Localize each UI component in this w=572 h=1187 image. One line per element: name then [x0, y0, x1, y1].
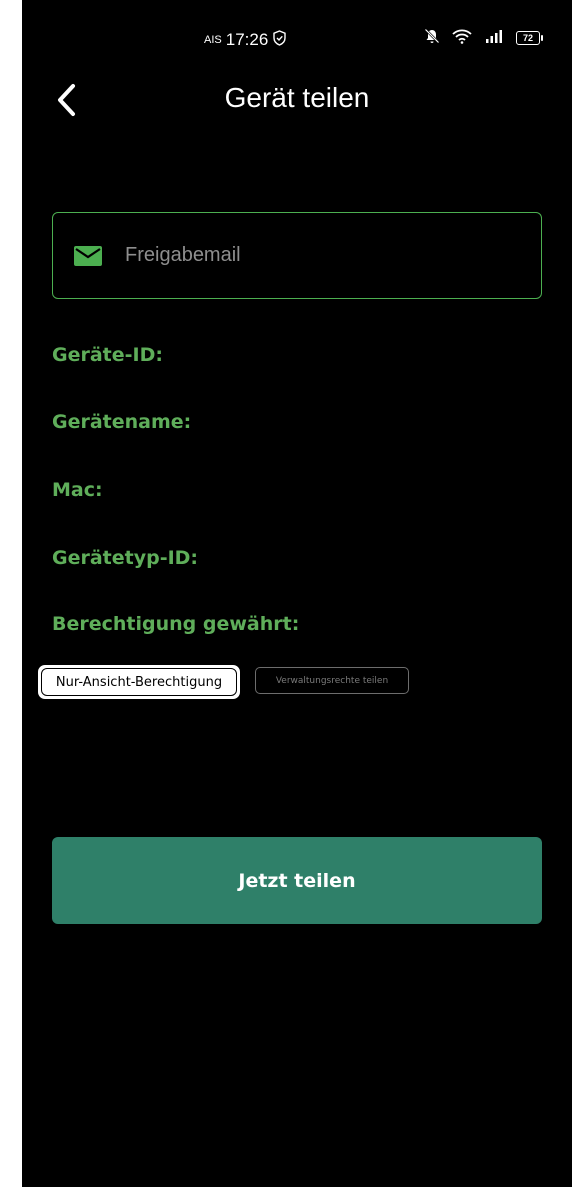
battery-body: 72 — [516, 31, 540, 45]
email-input[interactable] — [123, 243, 507, 268]
view-only-permission-button[interactable]: Nur-Ansicht-Berechtigung — [38, 665, 240, 699]
envelope-icon — [73, 245, 103, 267]
carrier-label: AIS — [204, 34, 222, 46]
share-now-button[interactable]: Jetzt teilen — [52, 837, 542, 924]
status-clock: 17:26 — [225, 30, 269, 49]
signal-icon — [484, 28, 504, 48]
shield-check-icon — [272, 30, 287, 50]
app-screen: AIS 17:26 72 Gerät teilen Freigabemail G… — [22, 0, 572, 1187]
view-only-permission-label: Nur-Ansicht-Berechtigung — [41, 668, 237, 696]
status-center: AIS 17:26 — [204, 30, 287, 50]
wifi-icon — [452, 28, 472, 48]
admin-permission-button[interactable]: Verwaltungsrechte teilen — [255, 667, 409, 694]
status-bar: AIS 17:26 72 — [22, 0, 572, 70]
status-icons: 72 — [424, 28, 543, 48]
battery-level: 72 — [522, 33, 533, 43]
email-field[interactable] — [52, 212, 542, 299]
device-type-id-label: Gerätetyp-ID: — [52, 547, 199, 569]
mac-label: Mac: — [52, 479, 103, 501]
battery-icon: 72 — [516, 31, 543, 45]
page-title: Gerät teilen — [224, 82, 370, 113]
bell-off-icon — [424, 28, 440, 48]
device-name-label: Gerätename: — [52, 411, 192, 433]
device-id-label: Geräte-ID: — [52, 344, 163, 366]
battery-cap — [541, 35, 543, 41]
permission-label: Berechtigung gewährt: — [52, 613, 300, 635]
